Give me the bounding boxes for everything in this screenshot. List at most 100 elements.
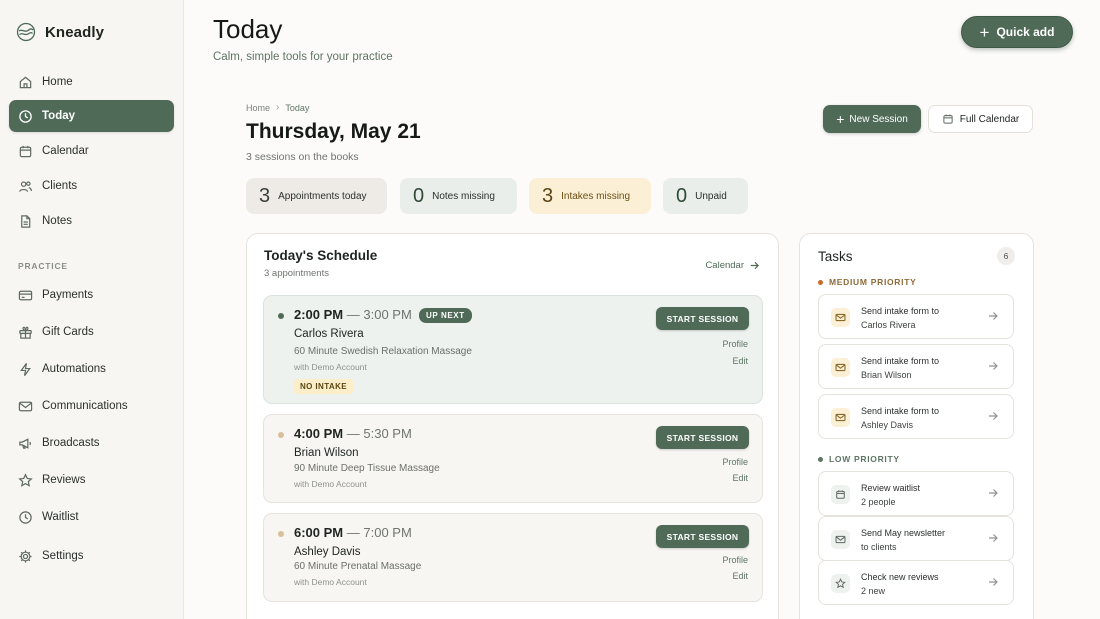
sidebar-item-home[interactable]: Home bbox=[9, 66, 174, 98]
account-label: with Demo Account bbox=[294, 362, 367, 372]
stat-value: 3 bbox=[542, 184, 554, 207]
task-line: Check new reviews bbox=[861, 572, 939, 582]
sidebar-item-settings[interactable]: Settings bbox=[9, 540, 174, 572]
task-line: 2 new bbox=[861, 586, 886, 596]
arrow-right-icon bbox=[989, 534, 998, 542]
appointment-time: 4:00 PM — 5:30 PM bbox=[294, 426, 412, 441]
new-session-label: New Session bbox=[849, 113, 908, 125]
credit-card-icon bbox=[18, 290, 33, 300]
sidebar-item-notes[interactable]: Notes bbox=[9, 205, 174, 237]
stat-intakes-missing[interactable]: 3 Intakes missing bbox=[529, 178, 651, 214]
sidebar-item-label: Today bbox=[42, 110, 76, 122]
task-icon bbox=[831, 358, 850, 377]
task-item[interactable]: Send May newsletter to clients bbox=[818, 516, 1014, 561]
mail-icon bbox=[835, 413, 846, 422]
brand[interactable]: Kneadly bbox=[16, 22, 104, 42]
task-line: Review waitlist bbox=[861, 483, 921, 493]
stat-value: 0 bbox=[413, 184, 425, 207]
sidebar-item-label: Calendar bbox=[42, 145, 89, 157]
task-icon bbox=[831, 408, 850, 427]
calendar-icon bbox=[19, 145, 32, 157]
breadcrumb-home[interactable]: Home bbox=[246, 103, 270, 113]
service-name: 60 Minute Prenatal Massage bbox=[294, 561, 422, 572]
profile-link[interactable]: Profile bbox=[722, 457, 748, 467]
sidebar-item-calendar[interactable]: Calendar bbox=[9, 135, 174, 167]
quick-add-button[interactable]: + Quick add bbox=[961, 16, 1073, 48]
date-subtitle: 3 sessions on the books bbox=[246, 151, 359, 163]
sidebar-item-label: Automations bbox=[42, 363, 106, 375]
start-session-button[interactable]: START SESSION bbox=[656, 525, 749, 548]
sidebar-item-automations[interactable]: Automations bbox=[9, 353, 174, 385]
time-separator: — bbox=[343, 525, 364, 540]
full-calendar-button[interactable]: Full Calendar bbox=[928, 105, 1033, 133]
new-session-button[interactable]: + New Session bbox=[823, 105, 921, 133]
sidebar-item-reviews[interactable]: Reviews bbox=[9, 464, 174, 496]
priority-dot bbox=[818, 279, 823, 285]
sidebar-item-broadcasts[interactable]: Broadcasts bbox=[9, 427, 174, 459]
medium-priority-heading: MEDIUM PRIORITY bbox=[818, 277, 916, 287]
main-nav: Home Today Calendar Clients Notes bbox=[9, 66, 174, 237]
sidebar-item-communications[interactable]: Communications bbox=[9, 390, 174, 422]
appointment-card[interactable]: 4:00 PM — 5:30 PM Brian Wilson 90 Minute… bbox=[263, 414, 763, 503]
edit-link[interactable]: Edit bbox=[732, 473, 748, 483]
status-dot bbox=[278, 531, 284, 537]
stat-value: 0 bbox=[676, 184, 688, 207]
task-item[interactable]: Send intake form to Carlos Rivera bbox=[818, 294, 1014, 339]
section-label-practice: PRACTICE bbox=[18, 261, 68, 271]
account-label: with Demo Account bbox=[294, 577, 367, 587]
star-icon bbox=[18, 472, 33, 487]
stat-label: Unpaid bbox=[695, 190, 727, 202]
priority-dot bbox=[818, 456, 823, 462]
schedule-calendar-link[interactable]: Calendar bbox=[705, 260, 760, 271]
appointment-time: 2:00 PM — 3:00 PM bbox=[294, 307, 412, 322]
sidebar-item-label: Home bbox=[42, 76, 73, 88]
client-name: Carlos Rivera bbox=[294, 328, 364, 340]
breadcrumb: Home › Today bbox=[246, 102, 309, 113]
edit-link[interactable]: Edit bbox=[732, 356, 748, 366]
star-icon bbox=[835, 578, 846, 589]
clock-icon bbox=[19, 510, 32, 524]
sidebar-item-gift-cards[interactable]: Gift Cards bbox=[9, 316, 174, 348]
mail-icon bbox=[835, 363, 846, 372]
start-session-button[interactable]: START SESSION bbox=[656, 307, 749, 330]
stat-appointments-today[interactable]: 3 Appointments today bbox=[246, 178, 387, 214]
appointment-card[interactable]: 2:00 PM — 3:00 PM UP NEXT Carlos Rivera … bbox=[263, 295, 763, 404]
sidebar-item-label: Reviews bbox=[42, 474, 86, 486]
plus-icon: + bbox=[979, 22, 990, 42]
sidebar-item-payments[interactable]: Payments bbox=[9, 279, 174, 311]
task-item[interactable]: Send intake form to Ashley Davis bbox=[818, 394, 1014, 439]
sidebar-item-waitlist[interactable]: Waitlist bbox=[9, 501, 174, 533]
profile-link[interactable]: Profile bbox=[722, 339, 748, 349]
mail-icon bbox=[835, 535, 846, 544]
stat-notes-missing[interactable]: 0 Notes missing bbox=[400, 178, 517, 214]
task-line: Send intake form to bbox=[861, 406, 940, 416]
client-name: Brian Wilson bbox=[294, 447, 359, 459]
stat-label: Intakes missing bbox=[561, 190, 631, 202]
edit-link[interactable]: Edit bbox=[732, 571, 748, 581]
task-icon bbox=[831, 485, 850, 504]
sidebar: Kneadly Home Today Calendar Clients Note… bbox=[0, 0, 184, 619]
plus-icon: + bbox=[836, 111, 845, 127]
brand-name: Kneadly bbox=[45, 23, 105, 41]
appointment-end: 3:00 PM bbox=[363, 307, 412, 322]
time-separator: — bbox=[343, 426, 364, 441]
task-item[interactable]: Check new reviews 2 new bbox=[818, 560, 1014, 605]
practice-nav: Payments Gift Cards Automations Communic… bbox=[9, 279, 174, 572]
account-label: with Demo Account bbox=[294, 479, 367, 489]
calendar-link-label: Calendar bbox=[705, 260, 744, 271]
sidebar-item-label: Settings bbox=[42, 550, 84, 562]
stat-unpaid[interactable]: 0 Unpaid bbox=[663, 178, 748, 214]
sidebar-item-clients[interactable]: Clients bbox=[9, 170, 174, 202]
appointment-card[interactable]: 6:00 PM — 7:00 PM Ashley Davis 60 Minute… bbox=[263, 513, 763, 602]
calendar-icon bbox=[836, 490, 845, 499]
tasks-count-badge: 6 bbox=[997, 247, 1015, 265]
task-line: to clients bbox=[861, 542, 897, 552]
document-icon bbox=[21, 214, 31, 228]
task-line: Carlos Rivera bbox=[861, 320, 916, 330]
profile-link[interactable]: Profile bbox=[722, 555, 748, 565]
start-session-button[interactable]: START SESSION bbox=[656, 426, 749, 449]
task-item[interactable]: Send intake form to Brian Wilson bbox=[818, 344, 1014, 389]
sidebar-item-today[interactable]: Today bbox=[9, 100, 174, 132]
megaphone-icon bbox=[19, 437, 32, 449]
task-item[interactable]: Review waitlist 2 people bbox=[818, 471, 1014, 516]
